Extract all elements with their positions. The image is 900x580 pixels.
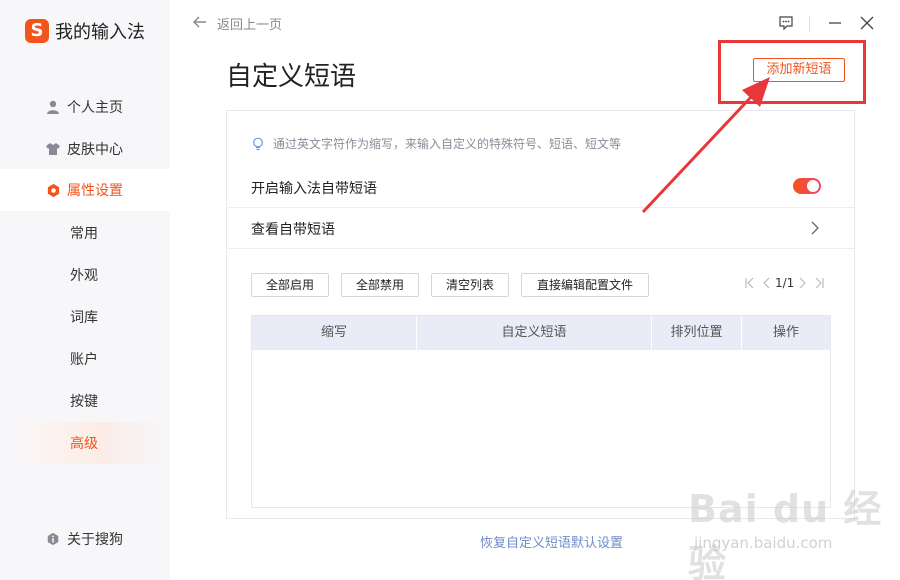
close-icon	[860, 15, 874, 34]
hint-row: 通过英文字符作为缩写，来输入自定义的特殊符号、短语、短文等	[251, 135, 621, 152]
sogou-logo-icon: S	[25, 19, 49, 43]
watermark-url: jingyan.baidu.com	[694, 534, 833, 552]
sidebar-subitem-advanced[interactable]: 高级	[0, 422, 170, 464]
lightbulb-icon	[251, 137, 265, 151]
phrase-settings-panel: 通过英文字符作为缩写，来输入自定义的特殊符号、短语、短文等 开启输入法自带短语 …	[226, 110, 855, 519]
column-header-phrase: 自定义短语	[417, 316, 652, 350]
disable-all-button[interactable]: 全部禁用	[341, 273, 419, 297]
sidebar-item-settings[interactable]: 属性设置	[0, 169, 170, 211]
window-controls-divider	[809, 16, 810, 32]
column-header-position: 排列位置	[652, 316, 742, 350]
sidebar-subitem-appearance[interactable]: 外观	[0, 254, 170, 296]
hint-text: 通过英文字符作为缩写，来输入自定义的特殊符号、短语、短文等	[273, 137, 622, 151]
message-icon	[778, 15, 794, 34]
sidebar-item-skins[interactable]: 皮肤中心	[0, 128, 170, 170]
settings-hex-icon	[45, 182, 61, 198]
annotation-highlight-box	[718, 40, 866, 104]
feedback-button[interactable]	[773, 12, 799, 36]
close-button[interactable]	[854, 12, 880, 36]
sidebar-item-label: 属性设置	[67, 183, 123, 199]
last-page-icon[interactable]	[814, 277, 824, 289]
shirt-icon	[45, 141, 61, 157]
app-title: 我的输入法	[55, 22, 145, 43]
builtin-phrase-toggle-label: 开启输入法自带短语	[251, 181, 377, 197]
toggle-knob	[807, 180, 819, 192]
phrase-table: 缩写 自定义短语 排列位置 操作	[251, 315, 831, 508]
column-header-abbreviation: 缩写	[252, 316, 417, 350]
divider	[227, 207, 854, 208]
sidebar-subitem-keys[interactable]: 按键	[0, 380, 170, 422]
clear-list-button[interactable]: 清空列表	[431, 273, 509, 297]
sidebar-item-label: 皮肤中心	[67, 142, 123, 158]
sidebar-item-label: 个人主页	[67, 100, 123, 116]
pagination: 1/1	[741, 276, 828, 290]
minimize-button[interactable]	[822, 12, 848, 36]
sidebar-subitem-common[interactable]: 常用	[0, 212, 170, 254]
back-link[interactable]: 返回上一页	[193, 14, 282, 33]
sidebar-subitem-dictionary[interactable]: 词库	[0, 296, 170, 338]
page-indicator: 1/1	[775, 276, 795, 290]
page-title: 自定义短语	[226, 62, 357, 92]
table-header: 缩写 自定义短语 排列位置 操作	[252, 316, 830, 350]
restore-defaults-link[interactable]: 恢复自定义短语默认设置	[480, 532, 623, 551]
info-icon	[45, 531, 61, 547]
arrow-left-icon	[193, 16, 207, 32]
edit-config-file-button[interactable]: 直接编辑配置文件	[521, 273, 649, 297]
sidebar-item-about[interactable]: 关于搜狗	[0, 518, 170, 560]
chevron-right-icon[interactable]	[811, 220, 819, 239]
sidebar-item-profile[interactable]: 个人主页	[0, 86, 170, 128]
sidebar: S 我的输入法 个人主页 皮肤中心 属性设置 常用 外观 词库 账户 按键 高级…	[0, 0, 170, 580]
window-controls	[767, 12, 880, 36]
first-page-icon[interactable]	[745, 277, 755, 289]
builtin-phrase-toggle[interactable]	[793, 178, 821, 194]
enable-all-button[interactable]: 全部启用	[251, 273, 329, 297]
sidebar-item-label: 关于搜狗	[67, 532, 123, 548]
sidebar-subitem-account[interactable]: 账户	[0, 338, 170, 380]
minimize-icon	[828, 15, 842, 34]
user-icon	[45, 99, 61, 115]
app-logo: S 我的输入法	[25, 18, 145, 44]
divider	[227, 248, 854, 249]
column-header-actions: 操作	[772, 325, 799, 340]
back-label: 返回上一页	[217, 18, 283, 33]
prev-page-icon[interactable]	[763, 277, 771, 289]
next-page-icon[interactable]	[798, 277, 807, 289]
view-builtin-phrases-link[interactable]: 查看自带短语	[251, 219, 335, 239]
